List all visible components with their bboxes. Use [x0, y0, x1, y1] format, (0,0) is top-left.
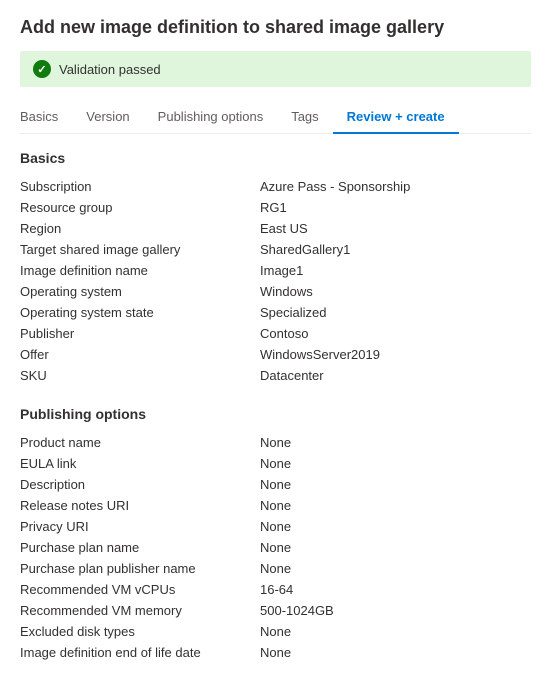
validation-icon	[33, 60, 51, 78]
label-excluded-disk-types: Excluded disk types	[20, 624, 260, 639]
value-excluded-disk-types: None	[260, 624, 531, 639]
value-release-notes-uri: None	[260, 498, 531, 513]
publishing-section-title: Publishing options	[20, 406, 531, 422]
value-description: None	[260, 477, 531, 492]
tab-basics[interactable]: Basics	[20, 101, 72, 134]
table-row: EULA link None	[20, 453, 531, 474]
tab-tags[interactable]: Tags	[277, 101, 332, 134]
label-purchase-plan-name: Purchase plan name	[20, 540, 260, 555]
value-operating-system: Windows	[260, 284, 531, 299]
basics-table: Subscription Azure Pass - Sponsorship Re…	[20, 176, 531, 386]
basics-section-title: Basics	[20, 150, 531, 166]
label-target-gallery: Target shared image gallery	[20, 242, 260, 257]
table-row: SKU Datacenter	[20, 365, 531, 386]
value-os-state: Specialized	[260, 305, 531, 320]
table-row: Subscription Azure Pass - Sponsorship	[20, 176, 531, 197]
table-row: Release notes URI None	[20, 495, 531, 516]
value-subscription: Azure Pass - Sponsorship	[260, 179, 531, 194]
table-row: Operating system state Specialized	[20, 302, 531, 323]
table-row: Target shared image gallery SharedGaller…	[20, 239, 531, 260]
label-recommended-memory: Recommended VM memory	[20, 603, 260, 618]
publishing-section: Publishing options Product name None EUL…	[20, 406, 531, 663]
label-product-name: Product name	[20, 435, 260, 450]
label-end-of-life-date: Image definition end of life date	[20, 645, 260, 660]
value-eula-link: None	[260, 456, 531, 471]
table-row: Purchase plan publisher name None	[20, 558, 531, 579]
table-row: Publisher Contoso	[20, 323, 531, 344]
value-resource-group: RG1	[260, 200, 531, 215]
table-row: Resource group RG1	[20, 197, 531, 218]
value-end-of-life-date: None	[260, 645, 531, 660]
label-os-state: Operating system state	[20, 305, 260, 320]
table-row: Image definition end of life date None	[20, 642, 531, 663]
page-title: Add new image definition to shared image…	[20, 16, 531, 39]
label-recommended-vcpus: Recommended VM vCPUs	[20, 582, 260, 597]
basics-section: Basics Subscription Azure Pass - Sponsor…	[20, 150, 531, 386]
table-row: Region East US	[20, 218, 531, 239]
value-sku: Datacenter	[260, 368, 531, 383]
publishing-table: Product name None EULA link None Descrip…	[20, 432, 531, 663]
table-row: Purchase plan name None	[20, 537, 531, 558]
value-recommended-memory: 500-1024GB	[260, 603, 531, 618]
table-row: Privacy URI None	[20, 516, 531, 537]
label-subscription: Subscription	[20, 179, 260, 194]
value-image-definition-name: Image1	[260, 263, 531, 278]
value-purchase-plan-publisher: None	[260, 561, 531, 576]
tab-publishing-options[interactable]: Publishing options	[144, 101, 278, 134]
label-purchase-plan-publisher: Purchase plan publisher name	[20, 561, 260, 576]
value-target-gallery: SharedGallery1	[260, 242, 531, 257]
label-offer: Offer	[20, 347, 260, 362]
label-release-notes-uri: Release notes URI	[20, 498, 260, 513]
tab-bar: Basics Version Publishing options Tags R…	[20, 101, 531, 134]
value-region: East US	[260, 221, 531, 236]
table-row: Recommended VM vCPUs 16-64	[20, 579, 531, 600]
table-row: Offer WindowsServer2019	[20, 344, 531, 365]
table-row: Recommended VM memory 500-1024GB	[20, 600, 531, 621]
value-product-name: None	[260, 435, 531, 450]
label-description: Description	[20, 477, 260, 492]
label-privacy-uri: Privacy URI	[20, 519, 260, 534]
label-publisher: Publisher	[20, 326, 260, 341]
value-offer: WindowsServer2019	[260, 347, 531, 362]
label-image-definition-name: Image definition name	[20, 263, 260, 278]
label-operating-system: Operating system	[20, 284, 260, 299]
value-recommended-vcpus: 16-64	[260, 582, 531, 597]
value-publisher: Contoso	[260, 326, 531, 341]
table-row: Product name None	[20, 432, 531, 453]
label-sku: SKU	[20, 368, 260, 383]
value-privacy-uri: None	[260, 519, 531, 534]
label-resource-group: Resource group	[20, 200, 260, 215]
value-purchase-plan-name: None	[260, 540, 531, 555]
validation-banner: Validation passed	[20, 51, 531, 87]
tab-version[interactable]: Version	[72, 101, 143, 134]
validation-text: Validation passed	[59, 62, 161, 77]
table-row: Operating system Windows	[20, 281, 531, 302]
table-row: Description None	[20, 474, 531, 495]
table-row: Excluded disk types None	[20, 621, 531, 642]
label-region: Region	[20, 221, 260, 236]
tab-review-create[interactable]: Review + create	[333, 101, 459, 134]
label-eula-link: EULA link	[20, 456, 260, 471]
table-row: Image definition name Image1	[20, 260, 531, 281]
